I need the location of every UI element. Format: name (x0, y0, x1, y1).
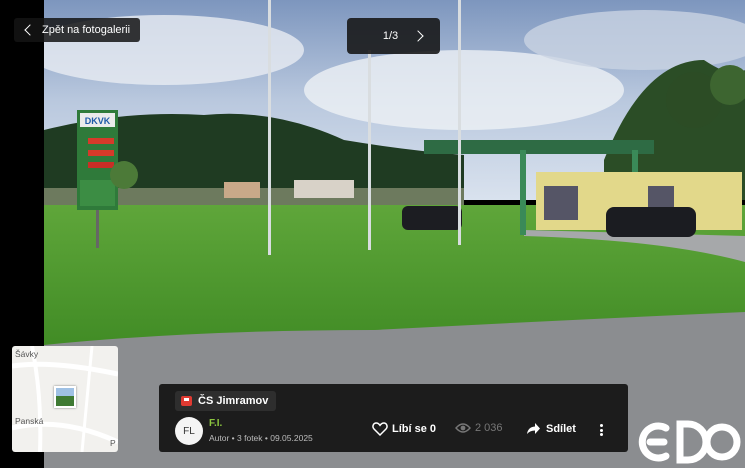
place-tag[interactable]: ČS Jimramov (175, 391, 277, 411)
share-icon (527, 423, 540, 434)
author-meta: Autor • 3 fotek • 09.05.2025 (209, 433, 313, 443)
minimap-label-edge: P (110, 438, 116, 448)
views-counter: 2 036 (455, 422, 503, 434)
like-label: Líbí se 0 (392, 423, 437, 435)
photo-pager: 1/3 (347, 18, 440, 54)
place-pin-icon (181, 396, 192, 406)
pager-count: 1/3 (382, 30, 399, 42)
views-count: 2 036 (475, 422, 503, 434)
place-name: ČS Jimramov (198, 395, 269, 407)
share-label: Sdílet (546, 422, 576, 435)
minimap[interactable]: Šávky Panská P (12, 346, 118, 452)
like-button[interactable]: Líbí se 0 (372, 422, 436, 436)
minimap-photo-marker[interactable] (54, 386, 76, 408)
photo-viewer: DKVK Zpět na fotogalerii 1/3 Šávky Pansk… (0, 0, 745, 468)
more-vertical-icon[interactable] (595, 422, 607, 438)
chevron-right-icon[interactable] (412, 30, 424, 42)
author-name[interactable]: F.I. (209, 418, 222, 429)
back-to-gallery-label: Zpět na fotogalerii (42, 24, 131, 36)
chevron-left-icon (24, 24, 36, 36)
sign-brand-text: DKVK (85, 116, 111, 126)
eye-icon (455, 423, 471, 433)
photo-info-panel: ČS Jimramov FL F.I. Autor • 3 fotek • 09… (159, 384, 628, 452)
minimap-label-panska: Panská (15, 416, 44, 426)
edo-logo (638, 420, 741, 464)
back-to-gallery-button[interactable]: Zpět na fotogalerii (14, 18, 141, 42)
avatar[interactable]: FL (175, 417, 203, 445)
minimap-label-savky: Šávky (15, 349, 39, 359)
share-button[interactable]: Sdílet (526, 422, 576, 435)
heart-icon (372, 422, 388, 436)
